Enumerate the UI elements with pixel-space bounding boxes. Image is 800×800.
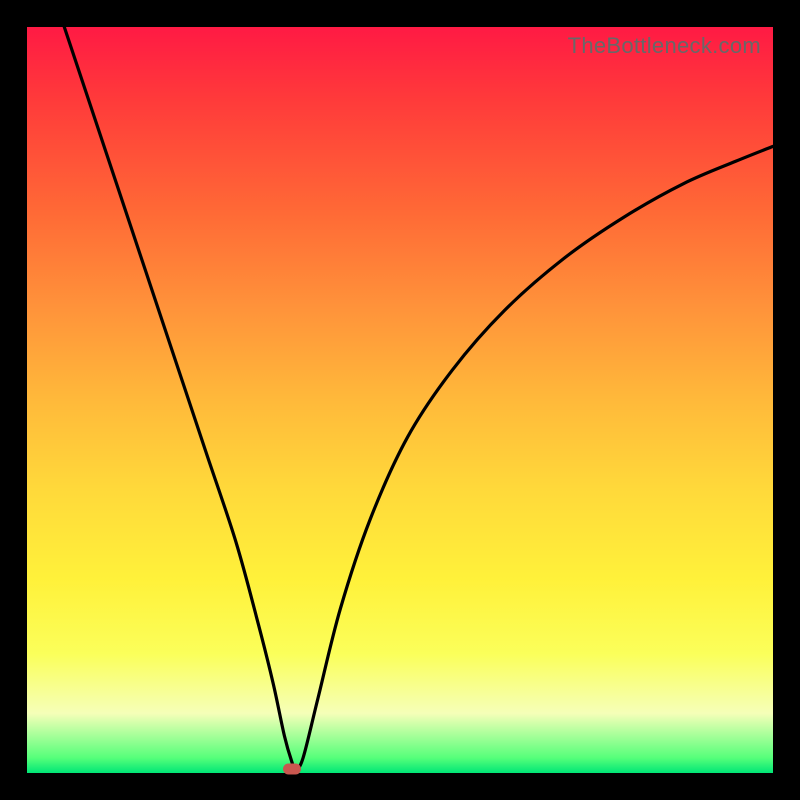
bottleneck-curve <box>27 27 773 773</box>
watermark-label: TheBottleneck.com <box>568 33 761 59</box>
optimum-marker <box>283 763 301 774</box>
plot-area: TheBottleneck.com <box>27 27 773 773</box>
chart-frame: TheBottleneck.com <box>0 0 800 800</box>
